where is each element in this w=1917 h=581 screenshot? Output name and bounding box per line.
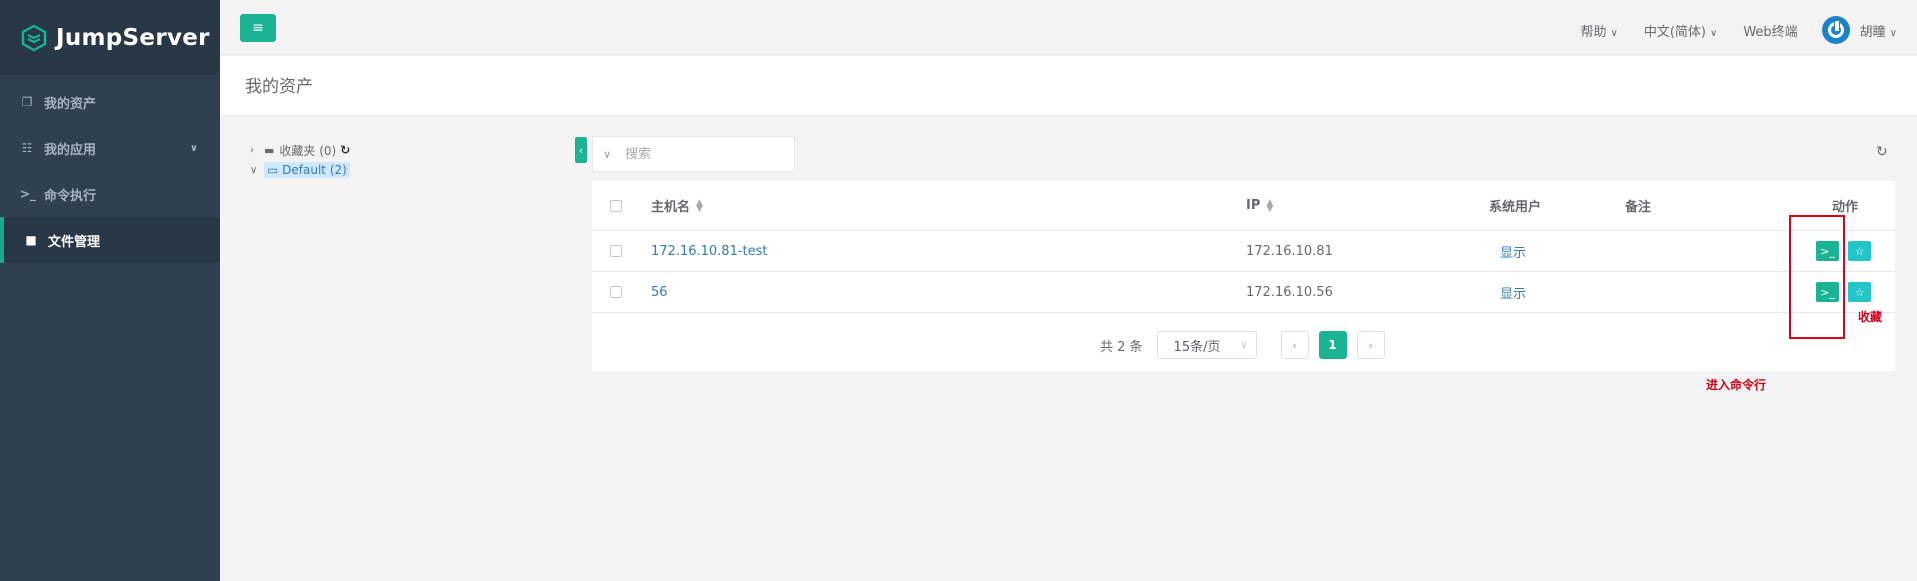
ip-cell: 172.16.10.56 bbox=[1246, 284, 1333, 300]
hostname-link[interactable]: 56 bbox=[651, 285, 668, 300]
tree-node-label: 收藏夹 (0) bbox=[279, 143, 337, 158]
sidebar-toggle-button[interactable]: ≡ bbox=[240, 14, 276, 42]
favorite-button[interactable]: ☆ bbox=[1848, 241, 1871, 261]
page-heading: 我的资产 bbox=[220, 56, 1917, 116]
chevron-down-icon: ∨ bbox=[1889, 27, 1897, 39]
show-system-user-link[interactable]: 显示 bbox=[1500, 283, 1526, 302]
sidebar: JumpServer ❐ 我的资产 ☷ 我的应用 ∨ >_ 命令执行 ■ 文件管… bbox=[0, 0, 220, 581]
table-row: 56 172.16.10.56 显示 >_ ☆ bbox=[592, 272, 1895, 313]
chevron-right-icon[interactable]: › bbox=[250, 145, 264, 156]
row-checkbox[interactable] bbox=[610, 245, 622, 257]
tree-collapse-toggle[interactable]: ‹ bbox=[575, 137, 587, 163]
header-label: 系统用户 bbox=[1489, 200, 1542, 215]
folder-icon: ▬ bbox=[264, 143, 275, 157]
help-menu[interactable]: 帮助 ∨ bbox=[1580, 21, 1617, 40]
grid-icon: ☷ bbox=[21, 141, 33, 155]
hostname-link[interactable]: 172.16.10.81-test bbox=[651, 244, 768, 259]
table-header: 主机名 ▲ ▼ IP ▲ ▼ 系统用户 备注 动作 bbox=[592, 181, 1895, 231]
sidebar-item-label: 我的应用 bbox=[44, 142, 97, 158]
search-input[interactable] bbox=[625, 146, 766, 162]
system-user-cell: 显示 bbox=[1500, 231, 1526, 271]
tree-node-label: ▭ Default (2) bbox=[264, 162, 350, 178]
row-select-cell bbox=[610, 272, 622, 312]
next-page-button[interactable]: › bbox=[1356, 331, 1385, 359]
chevron-down-icon[interactable]: ∨ bbox=[603, 148, 611, 161]
logo[interactable]: JumpServer bbox=[0, 0, 220, 75]
annotation-enter-cli: 进入命令行 bbox=[1706, 378, 1767, 392]
header-label: 动作 bbox=[1832, 200, 1859, 215]
sidebar-item-my-assets[interactable]: ❐ 我的资产 bbox=[0, 79, 220, 125]
header-label: 主机名 bbox=[651, 200, 691, 215]
sidebar-item-file-manager[interactable]: ■ 文件管理 bbox=[0, 217, 220, 263]
star-icon: ☆ bbox=[1854, 244, 1865, 258]
user-menu[interactable]: 胡瞳 ∨ bbox=[1860, 21, 1897, 40]
file-icon: ■ bbox=[25, 233, 37, 247]
chevron-left-icon: ‹ bbox=[1292, 338, 1297, 352]
user-name: 胡瞳 bbox=[1859, 24, 1886, 40]
cubes-icon: ❐ bbox=[21, 95, 33, 109]
table-row: 172.16.10.81-test 172.16.10.81 显示 >_ ☆ bbox=[592, 231, 1895, 272]
ip-cell: 172.16.10.81 bbox=[1246, 243, 1333, 259]
jumpserver-logo-icon bbox=[21, 24, 47, 51]
select-all-checkbox[interactable] bbox=[610, 199, 622, 212]
sort-icon: ▲ ▼ bbox=[1266, 197, 1274, 214]
refresh-icon[interactable]: ↻ bbox=[340, 143, 350, 157]
chevron-down-icon: ∨ bbox=[1709, 27, 1718, 39]
tree-node-default[interactable]: ∨ ▭ Default (2) bbox=[250, 160, 350, 180]
system-user-header: 系统用户 bbox=[1489, 181, 1541, 230]
sidebar-item-label: 我的资产 bbox=[44, 96, 97, 112]
folder-open-icon: ▭ bbox=[267, 163, 283, 177]
top-nav-links: 帮助 ∨ 中文(简体) ∨ Web终端 胡瞳 ∨ bbox=[1554, 5, 1897, 55]
refresh-icon[interactable]: ↻ bbox=[1876, 144, 1888, 160]
header-label: 备注 bbox=[1625, 200, 1652, 215]
sidebar-item-my-apps[interactable]: ☷ 我的应用 ∨ bbox=[0, 125, 220, 171]
system-user-cell: 显示 bbox=[1500, 272, 1526, 312]
current-page-button[interactable]: 1 bbox=[1318, 331, 1347, 359]
header-label: IP bbox=[1246, 198, 1261, 213]
favorite-button[interactable]: ☆ bbox=[1848, 282, 1871, 302]
page-size-value: 15条/页 bbox=[1173, 339, 1221, 355]
page-size-select[interactable]: 15条/页 ∨ bbox=[1156, 331, 1257, 359]
sidebar-nav: ❐ 我的资产 ☷ 我的应用 ∨ >_ 命令执行 ■ 文件管理 bbox=[0, 79, 220, 263]
pagination: 共 2 条 15条/页 ∨ ‹ 1 › bbox=[1100, 331, 1395, 359]
tree-node-favorites[interactable]: › ▬ 收藏夹 (0) ↻ bbox=[250, 140, 350, 160]
language-menu[interactable]: 中文(简体) ∨ bbox=[1644, 21, 1717, 40]
asset-tree: › ▬ 收藏夹 (0) ↻ ∨ ▭ Default (2) bbox=[250, 140, 350, 180]
hostname-header[interactable]: 主机名 ▲ ▼ bbox=[651, 181, 703, 230]
chevron-down-icon: ∨ bbox=[189, 142, 198, 154]
chevron-right-icon: › bbox=[1368, 338, 1373, 352]
show-system-user-link[interactable]: 显示 bbox=[1500, 242, 1526, 261]
help-label: 帮助 bbox=[1580, 24, 1607, 40]
brand-name: JumpServer bbox=[56, 24, 210, 51]
hostname-cell: 172.16.10.81-test bbox=[651, 231, 768, 271]
web-terminal-link[interactable]: Web终端 bbox=[1743, 21, 1797, 40]
ip-header[interactable]: IP ▲ ▼ bbox=[1246, 181, 1273, 230]
avatar[interactable] bbox=[1821, 16, 1850, 44]
sort-icon: ▲ ▼ bbox=[696, 197, 703, 214]
select-all-cell bbox=[610, 181, 622, 230]
chevron-down-icon[interactable]: ∨ bbox=[250, 165, 264, 176]
hostname-cell: 56 bbox=[651, 272, 668, 312]
top-navbar: ≡ 帮助 ∨ 中文(简体) ∨ Web终端 胡瞳 ∨ bbox=[220, 5, 1917, 55]
chevron-down-icon: ∨ bbox=[1240, 339, 1248, 351]
search-bar: ∨ bbox=[592, 136, 795, 172]
hamburger-icon: ≡ bbox=[252, 20, 264, 36]
sidebar-item-label: 文件管理 bbox=[48, 234, 101, 250]
total-count: 共 2 条 bbox=[1100, 339, 1143, 355]
terminal-icon: >_ bbox=[20, 187, 37, 201]
sidebar-item-label: 命令执行 bbox=[44, 188, 97, 204]
prev-page-button[interactable]: ‹ bbox=[1280, 331, 1309, 359]
annotation-favorite: 收藏 bbox=[1858, 310, 1883, 324]
comment-header: 备注 bbox=[1625, 181, 1651, 230]
language-label: 中文(简体) bbox=[1643, 24, 1706, 40]
annotation-highlight-box bbox=[1789, 215, 1845, 339]
row-select-cell bbox=[610, 231, 622, 271]
star-icon: ☆ bbox=[1854, 285, 1865, 299]
chevron-down-icon: ∨ bbox=[1610, 27, 1618, 39]
chevron-left-icon: ‹ bbox=[578, 143, 584, 157]
sidebar-item-command-exec[interactable]: >_ 命令执行 bbox=[0, 171, 220, 217]
row-checkbox[interactable] bbox=[610, 286, 622, 298]
page-title: 我的资产 bbox=[245, 77, 313, 97]
tree-node-text: Default (2) bbox=[282, 163, 347, 177]
